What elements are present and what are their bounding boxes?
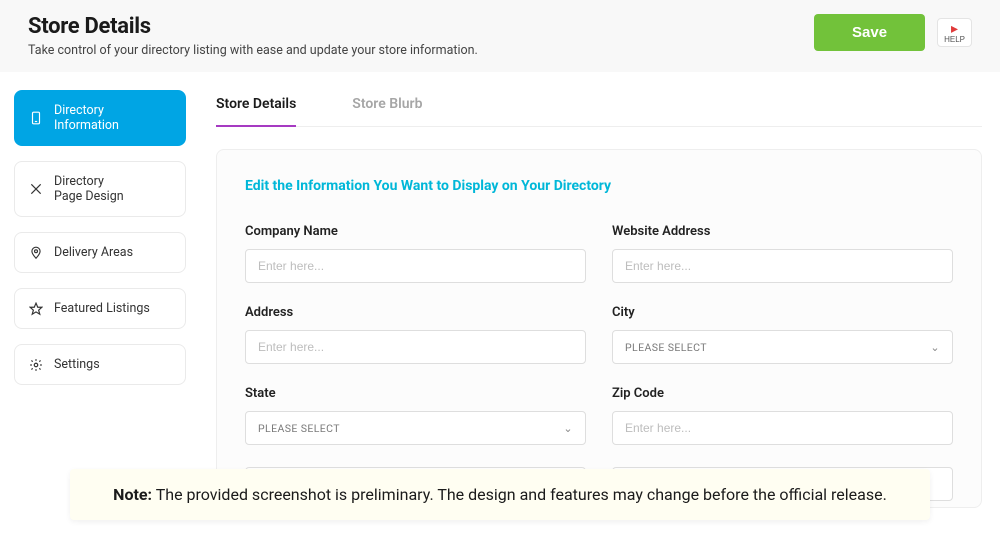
- panel-title: Edit the Information You Want to Display…: [245, 178, 953, 194]
- sidebar-item-label: Settings: [54, 357, 171, 372]
- tab-store-blurb[interactable]: Store Blurb: [352, 90, 422, 126]
- sidebar-item-label: Featured Listings: [54, 301, 171, 316]
- chevron-down-icon: ⌄: [563, 422, 573, 435]
- field-state: State PLEASE SELECT ⌄: [245, 386, 586, 445]
- company-name-input[interactable]: [245, 249, 586, 283]
- location-pin-icon: [29, 246, 43, 260]
- field-address: Address: [245, 305, 586, 364]
- page-title: Store Details: [28, 14, 478, 39]
- sidebar-item-featured-listings[interactable]: Featured Listings: [14, 288, 186, 329]
- directory-info-panel: Edit the Information You Want to Display…: [216, 149, 982, 508]
- gear-icon: [29, 358, 43, 372]
- sidebar-item-label: Directory Page Design: [54, 174, 171, 204]
- field-zip: Zip Code: [612, 386, 953, 445]
- city-label: City: [612, 305, 953, 320]
- tab-bar: Store Details Store Blurb: [216, 90, 982, 127]
- design-icon: [29, 182, 43, 196]
- help-label: HELP: [944, 35, 965, 44]
- phone-icon: [29, 111, 43, 125]
- note-prefix: Note:: [113, 485, 152, 504]
- chevron-down-icon: ⌄: [930, 341, 940, 354]
- state-label: State: [245, 386, 586, 401]
- state-select[interactable]: PLEASE SELECT ⌄: [245, 411, 586, 445]
- state-selected-value: PLEASE SELECT: [258, 422, 340, 435]
- website-input[interactable]: [612, 249, 953, 283]
- zip-input[interactable]: [612, 411, 953, 445]
- tab-store-details[interactable]: Store Details: [216, 90, 296, 126]
- page-header: Store Details Take control of your direc…: [0, 0, 1000, 72]
- field-city: City PLEASE SELECT ⌄: [612, 305, 953, 364]
- form-grid: Company Name Website Address Address Cit…: [245, 224, 953, 501]
- address-input[interactable]: [245, 330, 586, 364]
- sidebar-item-directory-page-design[interactable]: Directory Page Design: [14, 161, 186, 217]
- company-name-label: Company Name: [245, 224, 586, 239]
- address-label: Address: [245, 305, 586, 320]
- city-select[interactable]: PLEASE SELECT ⌄: [612, 330, 953, 364]
- page-subtitle: Take control of your directory listing w…: [28, 43, 478, 58]
- zip-label: Zip Code: [612, 386, 953, 401]
- sidebar-item-settings[interactable]: Settings: [14, 344, 186, 385]
- header-title-block: Store Details Take control of your direc…: [28, 14, 478, 58]
- sidebar-item-directory-information[interactable]: Directory Information: [14, 90, 186, 146]
- save-button[interactable]: Save: [814, 14, 925, 51]
- main-content: Store Details Store Blurb Edit the Infor…: [216, 90, 982, 508]
- sidebar-item-delivery-areas[interactable]: Delivery Areas: [14, 232, 186, 273]
- sidebar-item-label: Delivery Areas: [54, 245, 171, 260]
- field-website: Website Address: [612, 224, 953, 283]
- note-text: The provided screenshot is preliminary. …: [152, 485, 887, 504]
- website-label: Website Address: [612, 224, 953, 239]
- help-icon: ▸: [944, 21, 965, 35]
- note-banner: Note: The provided screenshot is prelimi…: [70, 469, 930, 520]
- field-company-name: Company Name: [245, 224, 586, 283]
- sidebar: Directory Information Directory Page Des…: [14, 90, 186, 508]
- star-icon: [29, 302, 43, 316]
- sidebar-item-label: Directory Information: [54, 103, 171, 133]
- header-actions: Save ▸ HELP: [814, 14, 972, 51]
- city-selected-value: PLEASE SELECT: [625, 341, 707, 354]
- help-button[interactable]: ▸ HELP: [937, 18, 972, 48]
